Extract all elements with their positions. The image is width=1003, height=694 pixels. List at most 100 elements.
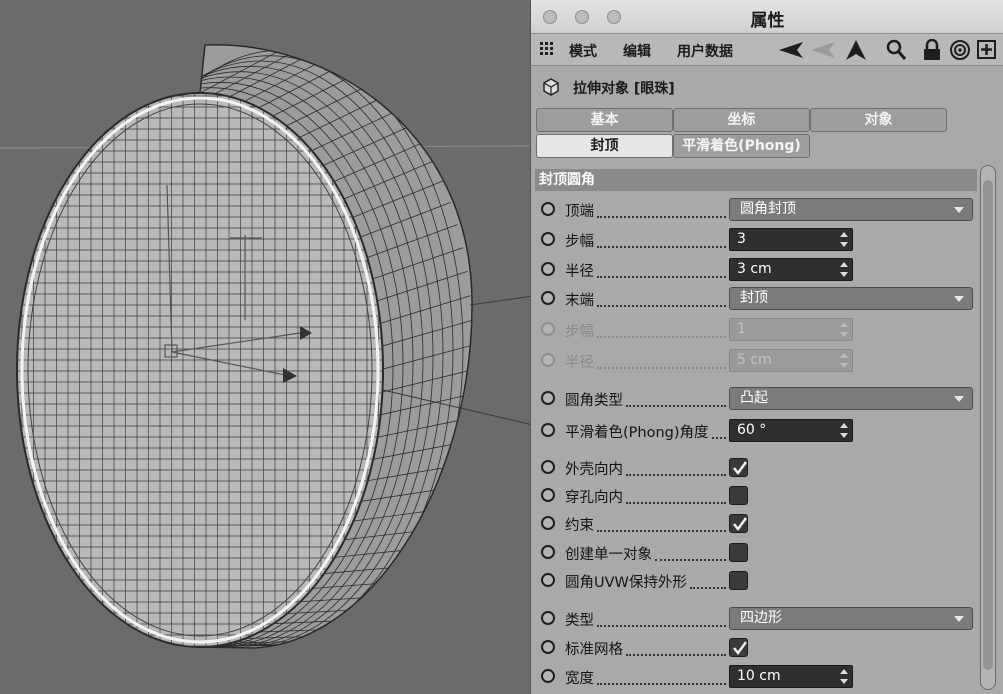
title-bar: 属性	[531, 0, 1003, 34]
menu-mode[interactable]: 模式	[569, 41, 597, 61]
property-number-field[interactable]: 3 cm	[729, 258, 853, 281]
property-label: 步幅	[565, 234, 594, 250]
chevron-down-icon	[954, 616, 964, 622]
property-checkbox[interactable]	[729, 638, 748, 657]
chevron-down-icon	[954, 396, 964, 402]
chevron-down-icon	[954, 207, 964, 213]
property-animate-radio[interactable]	[541, 545, 555, 559]
property-label: 半径	[565, 355, 594, 371]
label-leader-dots	[597, 667, 726, 685]
property-label: 顶端	[565, 204, 594, 220]
lock-icon[interactable]	[922, 39, 942, 61]
stepper-arrows-icon[interactable]	[840, 262, 848, 277]
property-animate-radio[interactable]	[541, 322, 555, 336]
property-number-field: 1	[729, 318, 853, 341]
property-animate-radio[interactable]	[541, 640, 555, 654]
property-animate-radio[interactable]	[541, 262, 555, 276]
property-dropdown[interactable]: 四边形	[729, 607, 973, 630]
back-arrow-icon[interactable]	[777, 39, 839, 61]
property-animate-radio[interactable]	[541, 202, 555, 216]
target-icon[interactable]	[949, 39, 971, 61]
property-row: 末端 封顶	[531, 286, 991, 312]
dropdown-value: 四边形	[740, 610, 782, 626]
section-header-cap-fillet: 封顶圆角	[535, 169, 977, 191]
property-row: 步幅 3	[531, 227, 991, 253]
property-label: 创建单一对象	[565, 547, 652, 563]
property-animate-radio[interactable]	[541, 391, 555, 405]
property-dropdown[interactable]: 封顶	[729, 287, 973, 310]
stepper-arrows-icon[interactable]	[840, 669, 848, 684]
property-dropdown[interactable]: 圆角封顶	[729, 198, 973, 221]
stepper-arrows-icon	[840, 353, 848, 368]
menu-edit[interactable]: 编辑	[623, 41, 651, 61]
tab-coordinates[interactable]: 坐标	[673, 108, 810, 132]
menu-user-data[interactable]: 用户数据	[677, 41, 733, 61]
field-value: 60 °	[737, 422, 767, 438]
property-animate-radio[interactable]	[541, 488, 555, 502]
tab-caps[interactable]: 封顶	[536, 134, 673, 158]
property-animate-radio[interactable]	[541, 669, 555, 683]
property-checkbox[interactable]	[729, 571, 748, 590]
extrude-object-icon	[543, 78, 559, 96]
property-animate-radio[interactable]	[541, 460, 555, 474]
tab-phong[interactable]: 平滑着色(Phong)	[673, 134, 810, 158]
chevron-down-icon	[954, 296, 964, 302]
property-label: 末端	[565, 293, 594, 309]
property-checkbox[interactable]	[729, 543, 748, 562]
label-leader-dots	[655, 543, 726, 561]
property-row: 圆角类型 凸起	[531, 386, 991, 412]
property-label: 外壳向内	[565, 462, 623, 478]
new-panel-icon[interactable]	[977, 39, 997, 61]
property-row: 穿孔向内	[531, 483, 991, 509]
label-leader-dots	[597, 289, 726, 307]
property-dropdown[interactable]: 凸起	[729, 387, 973, 410]
field-value: 10 cm	[737, 668, 781, 684]
dropdown-value: 圆角封顶	[740, 201, 796, 217]
label-leader-dots	[626, 486, 726, 504]
grid-menu-icon[interactable]	[539, 41, 557, 63]
search-icon[interactable]	[886, 39, 908, 61]
field-value: 1	[737, 321, 746, 337]
property-checkbox[interactable]	[729, 514, 748, 533]
property-animate-radio[interactable]	[541, 516, 555, 530]
property-row: 步幅 1	[531, 317, 991, 343]
property-label: 约束	[565, 518, 594, 534]
tab-object[interactable]: 对象	[810, 108, 947, 132]
property-row: 宽度 10 cm	[531, 664, 991, 690]
up-arrow-icon[interactable]	[845, 39, 867, 61]
property-label: 平滑着色(Phong)角度	[565, 425, 709, 441]
property-row: 半径 5 cm	[531, 348, 991, 374]
property-number-field[interactable]: 60 °	[729, 419, 853, 442]
property-label: 半径	[565, 264, 594, 280]
label-leader-dots	[597, 230, 726, 248]
property-checkbox[interactable]	[729, 458, 748, 477]
property-number-field[interactable]: 10 cm	[729, 665, 853, 688]
checkmark-icon	[733, 461, 747, 475]
scroll-thumb[interactable]	[983, 180, 993, 670]
label-leader-dots	[597, 351, 726, 369]
property-animate-radio[interactable]	[541, 611, 555, 625]
checkmark-icon	[733, 641, 747, 655]
property-animate-radio[interactable]	[541, 573, 555, 587]
property-checkbox[interactable]	[729, 486, 748, 505]
property-animate-radio[interactable]	[541, 291, 555, 305]
stepper-arrows-icon[interactable]	[840, 232, 848, 247]
property-row: 平滑着色(Phong)角度 60 °	[531, 418, 991, 444]
property-row: 圆角UVW保持外形	[531, 568, 991, 594]
scrollbar[interactable]	[980, 165, 996, 690]
label-leader-dots	[597, 320, 726, 338]
property-label: 步幅	[565, 324, 594, 340]
tab-basic[interactable]: 基本	[536, 108, 673, 132]
label-leader-dots	[690, 571, 726, 589]
label-leader-dots	[626, 389, 726, 407]
label-leader-dots	[597, 609, 726, 627]
property-animate-radio[interactable]	[541, 353, 555, 367]
property-number-field[interactable]: 3	[729, 228, 853, 251]
property-animate-radio[interactable]	[541, 232, 555, 246]
property-animate-radio[interactable]	[541, 423, 555, 437]
property-label: 类型	[565, 613, 594, 629]
stepper-arrows-icon[interactable]	[840, 423, 848, 438]
dropdown-value: 凸起	[740, 390, 768, 406]
property-row: 类型 四边形	[531, 606, 991, 632]
property-number-field: 5 cm	[729, 349, 853, 372]
